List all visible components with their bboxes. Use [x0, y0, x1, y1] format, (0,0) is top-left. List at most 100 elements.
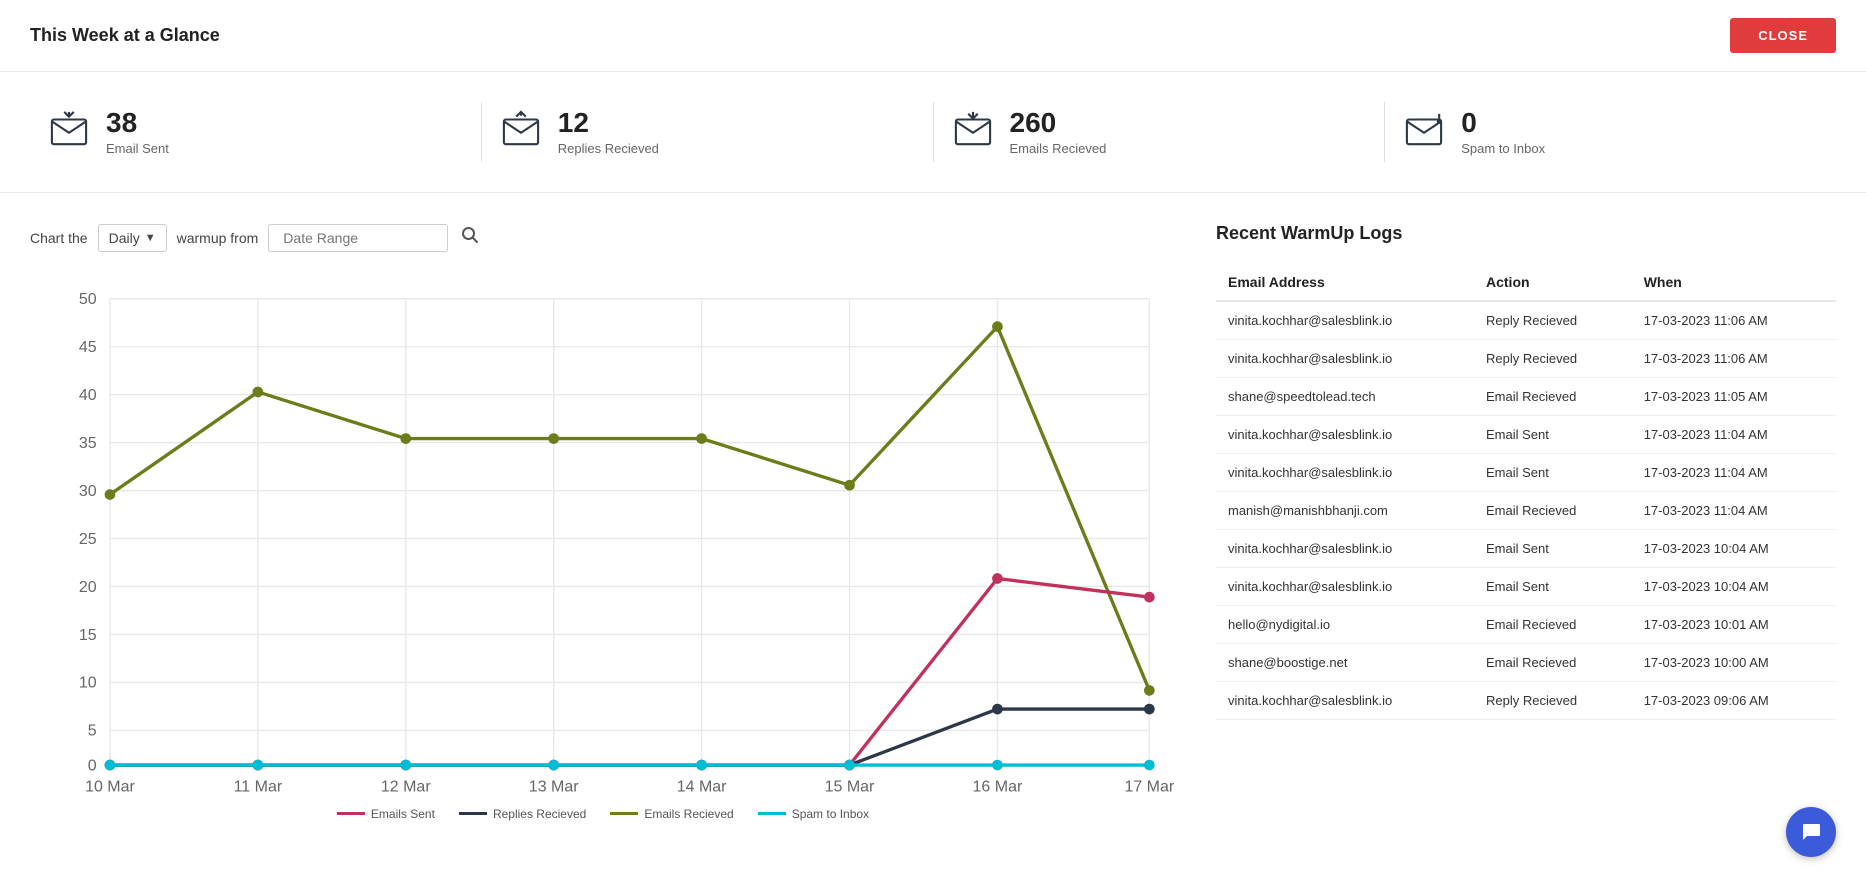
stat-emails-sent: 38 Email Sent — [50, 108, 461, 157]
main-content: Chart the Daily ▼ warmup from — [0, 193, 1866, 851]
cell-action: Reply Recieved — [1474, 301, 1632, 340]
logs-section: Recent WarmUp Logs Email Address Action … — [1216, 223, 1836, 821]
stat-replies-received: 12 Replies Recieved — [502, 108, 913, 157]
cell-email: vinita.kochhar@salesblink.io — [1216, 454, 1474, 492]
svg-text:5: 5 — [88, 723, 97, 740]
col-when: When — [1632, 264, 1836, 301]
svg-text:12 Mar: 12 Mar — [381, 779, 431, 792]
cell-action: Reply Recieved — [1474, 340, 1632, 378]
email-spam-icon — [1405, 110, 1443, 153]
cell-email: vinita.kochhar@salesblink.io — [1216, 301, 1474, 340]
page-title: This Week at a Glance — [30, 25, 220, 46]
legend-emails-sent-label: Emails Sent — [371, 807, 435, 821]
cell-email: vinita.kochhar@salesblink.io — [1216, 568, 1474, 606]
cell-when: 17-03-2023 10:04 AM — [1632, 568, 1836, 606]
cell-action: Email Sent — [1474, 416, 1632, 454]
table-row: vinita.kochhar@salesblink.ioEmail Sent17… — [1216, 454, 1836, 492]
cell-email: vinita.kochhar@salesblink.io — [1216, 682, 1474, 720]
logs-title: Recent WarmUp Logs — [1216, 223, 1836, 244]
search-icon — [461, 226, 479, 244]
chart-label-before: Chart the — [30, 230, 88, 246]
stat-content-replies-received: 12 Replies Recieved — [558, 108, 659, 157]
cell-email: vinita.kochhar@salesblink.io — [1216, 416, 1474, 454]
svg-text:16 Mar: 16 Mar — [973, 779, 1023, 792]
stats-row: 38 Email Sent 12 Replies Recieved — [0, 72, 1866, 193]
chart-legend: Emails Sent Replies Recieved Emails Reci… — [30, 807, 1176, 821]
email-inbox-icon — [954, 110, 992, 153]
cell-email: manish@manishbhanji.com — [1216, 492, 1474, 530]
logs-table: Email Address Action When vinita.kochhar… — [1216, 264, 1836, 720]
close-button[interactable]: CLOSE — [1730, 18, 1836, 53]
cell-action: Email Sent — [1474, 530, 1632, 568]
svg-text:15: 15 — [79, 627, 97, 644]
svg-text:30: 30 — [79, 483, 97, 500]
stat-emails-received: 260 Emails Recieved — [954, 108, 1365, 157]
chart-label-after: warmup from — [177, 230, 259, 246]
chart-search-button[interactable] — [458, 223, 482, 252]
cell-when: 17-03-2023 10:04 AM — [1632, 530, 1836, 568]
cell-action: Email Recieved — [1474, 606, 1632, 644]
table-row: vinita.kochhar@salesblink.ioReply Reciev… — [1216, 340, 1836, 378]
cell-when: 17-03-2023 11:04 AM — [1632, 416, 1836, 454]
chart-controls: Chart the Daily ▼ warmup from — [30, 223, 1176, 252]
chart-frequency-select[interactable]: Daily ▼ — [98, 224, 167, 252]
cell-when: 17-03-2023 09:06 AM — [1632, 682, 1836, 720]
cell-email: shane@boostige.net — [1216, 644, 1474, 682]
spam-inbox-value: 0 — [1461, 108, 1545, 139]
legend-emails-received-line — [610, 812, 638, 815]
legend-replies-received-line — [459, 812, 487, 815]
cell-action: Email Sent — [1474, 568, 1632, 606]
chart-wrapper: 50 45 40 35 30 25 20 15 10 5 0 10 Mar 11… — [30, 272, 1176, 821]
emails-received-value: 260 — [1010, 108, 1107, 139]
stat-divider-3 — [1384, 102, 1385, 162]
cell-action: Reply Recieved — [1474, 682, 1632, 720]
cell-email: vinita.kochhar@salesblink.io — [1216, 530, 1474, 568]
spam-inbox-label: Spam to Inbox — [1461, 141, 1545, 156]
svg-text:40: 40 — [79, 387, 97, 404]
chart-date-range-input[interactable] — [268, 224, 448, 252]
table-header-row: Email Address Action When — [1216, 264, 1836, 301]
svg-text:50: 50 — [79, 291, 97, 308]
legend-emails-received-label: Emails Recieved — [644, 807, 733, 821]
legend-emails-received: Emails Recieved — [610, 807, 733, 821]
table-row: hello@nydigital.ioEmail Recieved17-03-20… — [1216, 606, 1836, 644]
cell-when: 17-03-2023 10:01 AM — [1632, 606, 1836, 644]
chart-section: Chart the Daily ▼ warmup from — [30, 223, 1176, 821]
stat-content-spam-inbox: 0 Spam to Inbox — [1461, 108, 1545, 157]
cell-when: 17-03-2023 10:00 AM — [1632, 644, 1836, 682]
chevron-down-icon: ▼ — [145, 232, 156, 244]
table-row: vinita.kochhar@salesblink.ioReply Reciev… — [1216, 301, 1836, 340]
col-email-address: Email Address — [1216, 264, 1474, 301]
table-row: shane@speedtolead.techEmail Recieved17-0… — [1216, 378, 1836, 416]
legend-replies-received: Replies Recieved — [459, 807, 586, 821]
replies-received-label: Replies Recieved — [558, 141, 659, 156]
chat-icon — [1800, 821, 1822, 843]
email-sent-icon — [50, 110, 88, 153]
stat-divider-1 — [481, 102, 482, 162]
svg-text:25: 25 — [79, 531, 97, 548]
chat-button[interactable] — [1786, 807, 1836, 857]
cell-action: Email Sent — [1474, 454, 1632, 492]
svg-text:13 Mar: 13 Mar — [529, 779, 579, 792]
emails-sent-value: 38 — [106, 108, 169, 139]
legend-replies-received-label: Replies Recieved — [493, 807, 586, 821]
cell-when: 17-03-2023 11:04 AM — [1632, 492, 1836, 530]
cell-email: vinita.kochhar@salesblink.io — [1216, 340, 1474, 378]
svg-text:10 Mar: 10 Mar — [85, 779, 135, 792]
legend-emails-sent: Emails Sent — [337, 807, 435, 821]
header: This Week at a Glance CLOSE — [0, 0, 1866, 72]
cell-when: 17-03-2023 11:04 AM — [1632, 454, 1836, 492]
replies-received-value: 12 — [558, 108, 659, 139]
cell-when: 17-03-2023 11:06 AM — [1632, 340, 1836, 378]
emails-received-label: Emails Recieved — [1010, 141, 1107, 156]
cell-action: Email Recieved — [1474, 644, 1632, 682]
page-container: This Week at a Glance CLOSE 38 Email Sen… — [0, 0, 1866, 887]
col-action: Action — [1474, 264, 1632, 301]
cell-email: hello@nydigital.io — [1216, 606, 1474, 644]
table-row: shane@boostige.netEmail Recieved17-03-20… — [1216, 644, 1836, 682]
svg-text:0: 0 — [88, 757, 97, 774]
svg-text:17 Mar: 17 Mar — [1124, 779, 1174, 792]
legend-spam-inbox: Spam to Inbox — [758, 807, 869, 821]
legend-spam-inbox-label: Spam to Inbox — [792, 807, 869, 821]
table-row: vinita.kochhar@salesblink.ioEmail Sent17… — [1216, 568, 1836, 606]
